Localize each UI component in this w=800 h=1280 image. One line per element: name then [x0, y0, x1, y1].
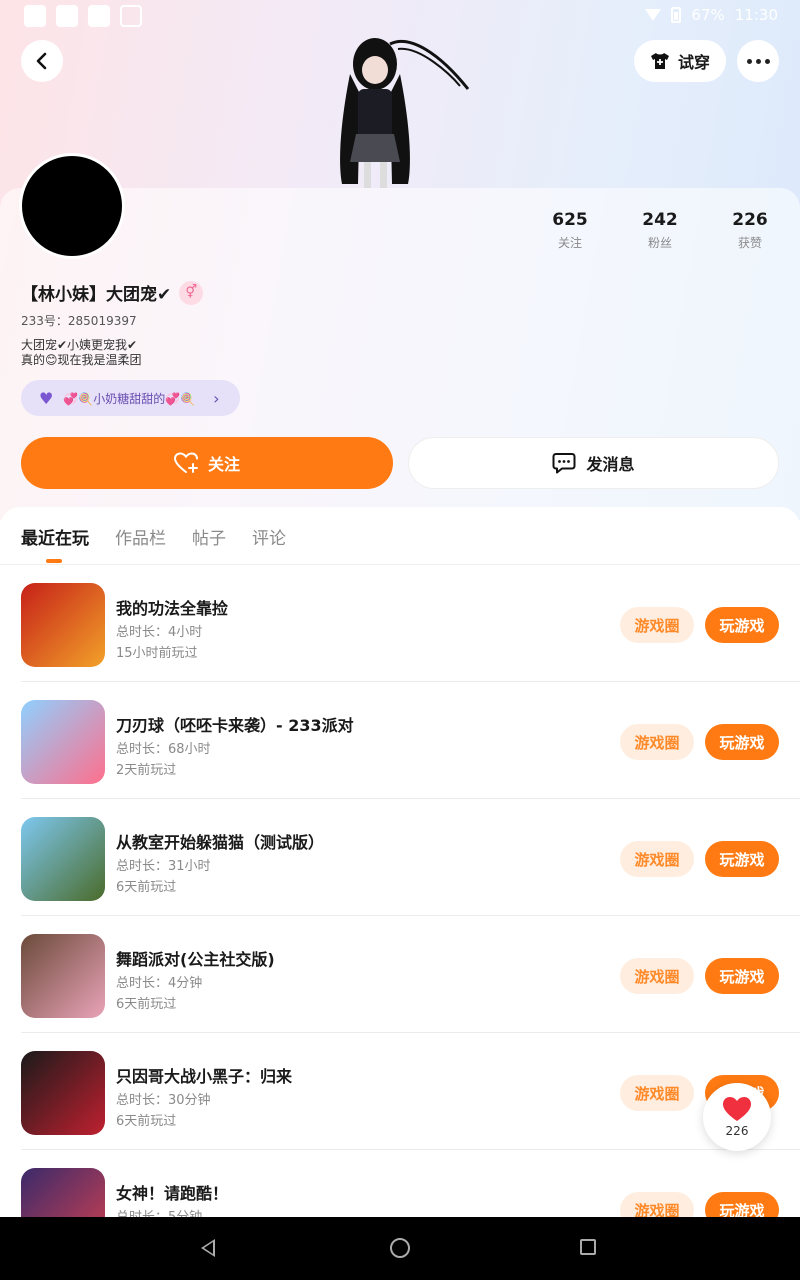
- purple-heart-icon: ♥: [39, 388, 54, 408]
- game-icon[interactable]: [21, 583, 105, 667]
- game-icon[interactable]: [21, 1051, 105, 1135]
- game-total-duration: 总时长：68小时: [116, 742, 211, 757]
- stat-likes[interactable]: 226 获赞: [710, 210, 790, 251]
- notification-icon: [56, 5, 78, 27]
- game-icon[interactable]: [21, 934, 105, 1018]
- stat-value: 625: [552, 210, 588, 230]
- play-game-button[interactable]: 玩游戏: [705, 724, 779, 760]
- profile-tabs: 最近在玩 作品栏 帖子 评论: [0, 507, 800, 565]
- play-game-button[interactable]: 玩游戏: [705, 841, 779, 877]
- play-game-button[interactable]: 玩游戏: [705, 607, 779, 643]
- stat-value: 226: [732, 210, 768, 230]
- family-tag-label: 💞🍭小奶糖甜甜的💞🍭: [63, 391, 196, 406]
- game-row[interactable]: 女神！请跑酷！ 总时长：5分钟 游戏圈玩游戏: [0, 1150, 800, 1217]
- game-circle-button[interactable]: 游戏圈: [620, 841, 694, 877]
- game-last-played: 15小时前玩过: [116, 646, 198, 661]
- game-total-duration: 总时长：4分钟: [116, 976, 203, 991]
- avatar[interactable]: [19, 153, 125, 259]
- game-circle-button[interactable]: 游戏圈: [620, 607, 694, 643]
- stat-followers[interactable]: 242 粉丝: [620, 210, 700, 251]
- game-last-played: 6天前玩过: [116, 1114, 177, 1129]
- game-total-duration: 总时长：31小时: [116, 859, 211, 874]
- stat-label: 关注: [557, 236, 582, 250]
- game-total-duration: 总时长：5分钟: [116, 1206, 202, 1217]
- tab-posts[interactable]: 帖子: [192, 524, 226, 549]
- game-last-played: 6天前玩过: [116, 880, 177, 895]
- play-game-button[interactable]: 玩游戏: [705, 1192, 779, 1217]
- game-title: 只因哥大战小黑子：归来: [116, 1067, 293, 1086]
- game-total-duration: 总时长：4小时: [116, 625, 203, 640]
- more-dots-icon: [746, 58, 770, 64]
- game-last-played: 6天前玩过: [116, 997, 177, 1012]
- user-id: 233号：285019397: [21, 314, 137, 328]
- game-title: 我的功法全靠捡: [116, 599, 229, 618]
- send-message-label: 发消息: [586, 455, 635, 474]
- chat-bubble-icon: [552, 453, 576, 474]
- image-icon: [120, 5, 142, 27]
- bio: 大团宠✔小姨更宠我✔ 真的😊现在我是温柔团: [21, 338, 142, 368]
- notification-icon: [88, 5, 110, 27]
- follow-button[interactable]: 关注: [21, 437, 393, 489]
- tab-indicator: [46, 559, 62, 563]
- game-title: 刀刃球（呸呸卡来袭）- 233派对: [116, 716, 354, 735]
- chevron-left-icon: [36, 52, 47, 70]
- try-on-button[interactable]: 试穿: [634, 40, 726, 82]
- bio-line: 大团宠✔小姨更宠我✔: [21, 338, 138, 352]
- username-row: 【林小妹】大团宠✔ ⚥: [21, 280, 204, 305]
- like-floating-button[interactable]: 226: [703, 1083, 771, 1151]
- more-options-button[interactable]: [737, 40, 779, 82]
- game-row[interactable]: 刀刃球（呸呸卡来袭）- 233派对总时长：68小时 2天前玩过 游戏圈 玩游戏: [0, 682, 800, 799]
- system-navigation-bar: [0, 1217, 800, 1280]
- try-on-label: 试穿: [677, 53, 710, 72]
- game-total-duration: 总时长：30分钟: [116, 1093, 211, 1108]
- stat-following[interactable]: 625 关注: [530, 210, 610, 251]
- game-row[interactable]: 舞蹈派对(公主社交版) 总时长：4分钟 6天前玩过 游戏圈 玩游戏: [0, 916, 800, 1033]
- game-title: 从教室开始躲猫猫（测试版）: [116, 833, 325, 852]
- game-icon[interactable]: [21, 700, 105, 784]
- heart-plus-icon: [173, 452, 198, 473]
- play-game-button[interactable]: 玩游戏: [705, 958, 779, 994]
- nav-home-icon[interactable]: [390, 1238, 410, 1258]
- back-button[interactable]: [21, 40, 63, 82]
- send-message-button[interactable]: 发消息: [408, 437, 779, 489]
- status-bar: 67% 11:30: [0, 0, 800, 34]
- stat-value: 242: [642, 210, 678, 230]
- wifi-icon: [645, 9, 662, 21]
- game-icon[interactable]: [21, 817, 105, 901]
- bio-line: 真的😊现在我是温柔团: [21, 353, 142, 367]
- tab-recently-played[interactable]: 最近在玩: [21, 524, 89, 549]
- chevron-right-icon: ›: [213, 388, 220, 408]
- follow-label: 关注: [207, 455, 240, 474]
- like-count: 226: [725, 1124, 749, 1138]
- clock: 11:30: [734, 6, 778, 24]
- nav-back-icon[interactable]: [201, 1239, 215, 1257]
- game-row[interactable]: 只因哥大战小黑子：归来总时长：30分钟6天前玩过游戏圈玩游戏: [0, 1033, 800, 1150]
- family-tag-button[interactable]: ♥ 💞🍭小奶糖甜甜的💞🍭 ›: [21, 380, 240, 416]
- game-circle-button[interactable]: 游戏圈: [620, 1192, 694, 1217]
- stat-label: 获赞: [737, 236, 762, 250]
- game-title: 舞蹈派对(公主社交版): [116, 950, 275, 969]
- game-row[interactable]: 从教室开始躲猫猫（测试版） 总时长：31小时 6天前玩过 游戏圈 玩游戏: [0, 799, 800, 916]
- nav-recents-icon[interactable]: [580, 1239, 596, 1255]
- gender-icon: ⚥: [179, 280, 204, 305]
- content-panel: 最近在玩 作品栏 帖子 评论 我的功法全靠捡 总时长：4小时 15小时前玩过 游戏圈玩…: [0, 507, 800, 1217]
- avatar-3d-figure: [320, 34, 470, 190]
- notification-icon: [24, 5, 46, 27]
- game-circle-button[interactable]: 游戏圈: [620, 1075, 694, 1111]
- game-circle-button[interactable]: 游戏圈: [620, 724, 694, 760]
- game-row[interactable]: 我的功法全靠捡总时长：4小时 15小时前玩过 游戏圈 玩游戏: [0, 565, 800, 682]
- stat-label: 粉丝: [647, 236, 672, 250]
- tab-comments[interactable]: 评论: [252, 524, 286, 549]
- battery-icon: [671, 7, 682, 23]
- username: 【林小妹】大团宠✔: [21, 285, 172, 305]
- game-title: 女神！请跑酷！: [116, 1184, 229, 1203]
- game-circle-button[interactable]: 游戏圈: [620, 958, 694, 994]
- tab-works[interactable]: 作品栏: [115, 524, 166, 549]
- shirt-icon: [650, 53, 669, 69]
- battery-level: 67%: [691, 6, 725, 24]
- game-icon[interactable]: [21, 1168, 105, 1217]
- heart-icon: [723, 1097, 751, 1121]
- game-last-played: 2天前玩过: [116, 763, 177, 778]
